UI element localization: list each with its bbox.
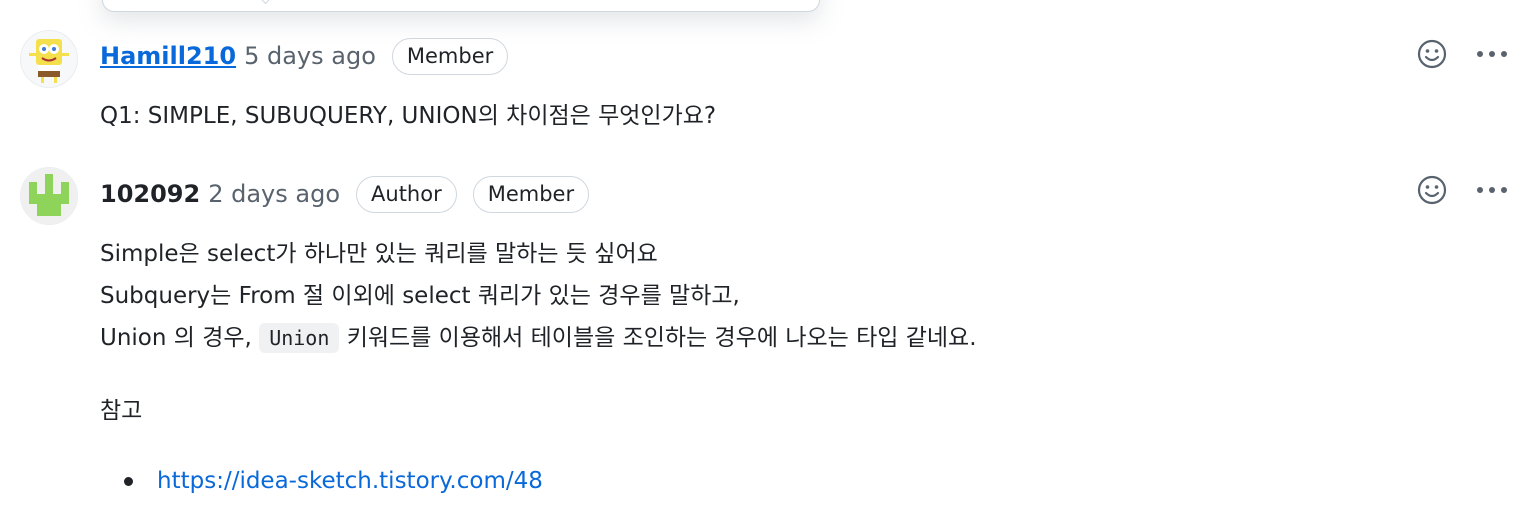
bullet bbox=[124, 476, 133, 486]
smiley-icon bbox=[1417, 39, 1447, 69]
comment-text: Union 의 경우, bbox=[100, 325, 252, 351]
comment-text: Q1: SIMPLE, SUBUQUERY, UNION의 차이점은 무엇인가요… bbox=[100, 103, 717, 129]
author-link[interactable]: Hamill210 bbox=[100, 42, 236, 70]
reference-link[interactable]: https://idea-sketch.tistory.com/48 bbox=[157, 468, 543, 494]
inline-code: Union bbox=[259, 323, 340, 353]
reference-label: 참고 bbox=[100, 398, 143, 424]
comment-body: Q1: SIMPLE, SUBUQUERY, UNION의 차이점은 무엇인가요… bbox=[100, 95, 716, 137]
kebab-horizontal-icon bbox=[1477, 187, 1507, 193]
comment-header: 102092 2 days ago Author Member bbox=[100, 174, 590, 214]
comment-text: 키워드를 이용해서 테이블을 조인하는 경우에 나오는 타입 같네요. bbox=[346, 325, 977, 351]
comment-line: Union 의 경우, Union 키워드를 이용해서 테이블을 조인하는 경우… bbox=[100, 317, 977, 359]
avatar[interactable] bbox=[20, 30, 78, 88]
list-item: https://idea-sketch.tistory.com/48 bbox=[124, 468, 543, 494]
popover-caret bbox=[254, 0, 277, 5]
kebab-horizontal-icon bbox=[1477, 51, 1507, 57]
comment-line: Subquery는 From 절 이외에 select 쿼리가 있는 경우를 말… bbox=[100, 283, 740, 309]
author-link[interactable]: 102092 bbox=[100, 180, 200, 208]
member-badge: Member bbox=[391, 37, 509, 75]
smiley-icon bbox=[1417, 175, 1447, 205]
comment-header: Hamill210 5 days ago Member bbox=[100, 37, 509, 75]
hovercard-popover bbox=[102, 0, 820, 12]
more-options-button[interactable] bbox=[1472, 36, 1512, 72]
avatar[interactable] bbox=[20, 167, 78, 225]
add-reaction-button[interactable] bbox=[1414, 172, 1450, 208]
author-badge: Author bbox=[356, 175, 457, 213]
reference-list: https://idea-sketch.tistory.com/48 bbox=[124, 468, 543, 494]
member-badge: Member bbox=[472, 175, 590, 213]
more-options-button[interactable] bbox=[1472, 172, 1512, 208]
add-reaction-button[interactable] bbox=[1414, 36, 1450, 72]
comment-line: Simple은 select가 하나만 있는 쿼리를 말하는 듯 싶어요 bbox=[100, 241, 658, 267]
comment-body: Simple은 select가 하나만 있는 쿼리를 말하는 듯 싶어요 Sub… bbox=[100, 233, 977, 359]
timestamp[interactable]: 2 days ago bbox=[208, 180, 340, 208]
timestamp[interactable]: 5 days ago bbox=[244, 42, 376, 70]
